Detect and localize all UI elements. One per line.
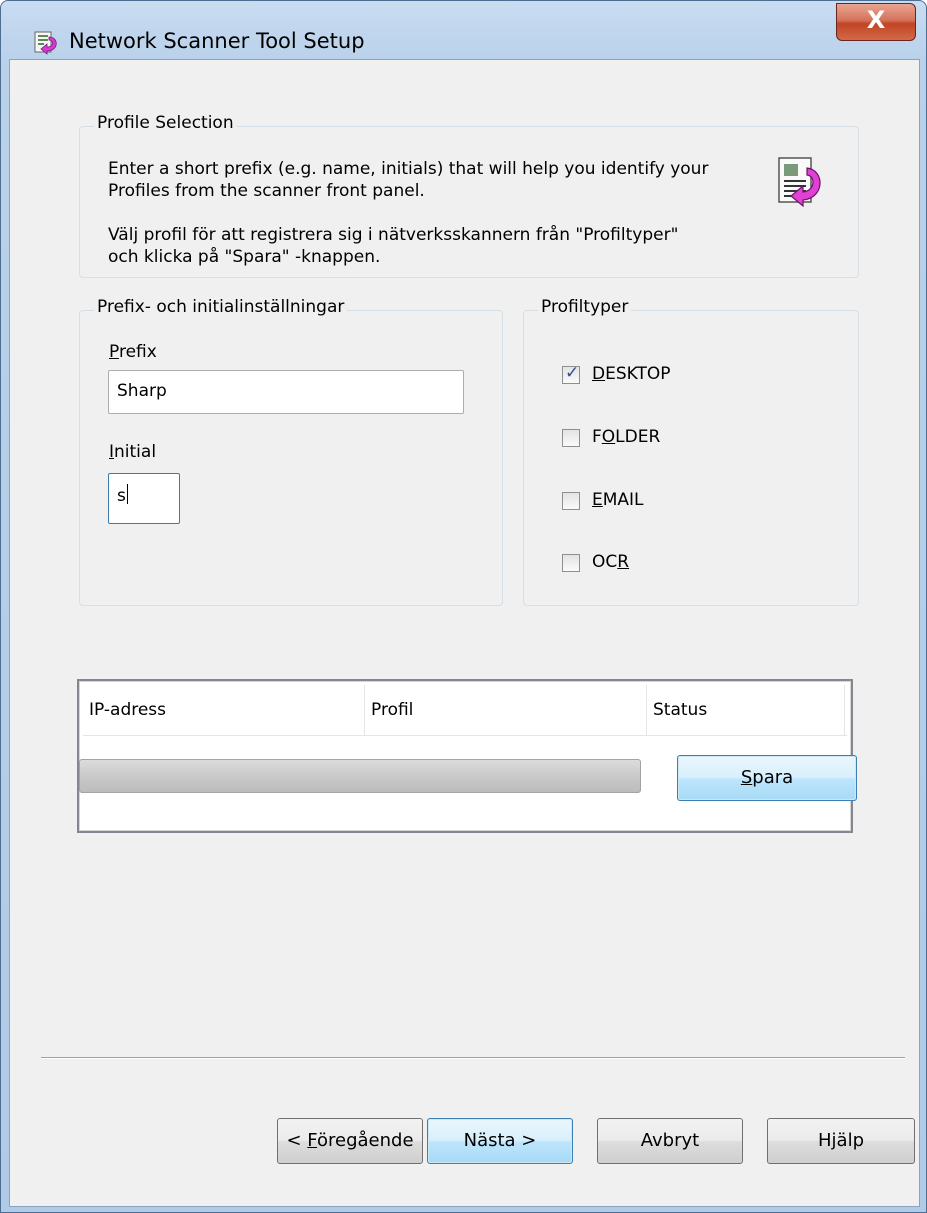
app-icon	[34, 31, 57, 55]
initial-label: Initial	[109, 442, 157, 462]
profile-selection-group: Profile Selection Enter a short prefix (…	[79, 113, 859, 278]
checkbox-box[interactable]: ✓	[562, 363, 580, 384]
profile-types-group: Profiltyper ✓ DESKTOP FOLDER EMAIL OCR	[523, 297, 859, 606]
cancel-button[interactable]: Avbryt	[597, 1118, 743, 1164]
checkbox-box[interactable]	[562, 492, 580, 510]
save-button[interactable]: Spara	[677, 755, 857, 801]
prefix-initial-group: Prefix- och initialinställningar Prefix …	[79, 297, 503, 606]
window-frame: Network Scanner Tool Setup X Profile Sel…	[0, 0, 927, 1213]
window-title: Network Scanner Tool Setup	[69, 29, 365, 53]
instruction-line-1: Enter a short prefix (e.g. name, initial…	[108, 159, 709, 179]
initial-input[interactable]: s	[108, 473, 180, 524]
profile-selection-legend: Profile Selection	[94, 113, 237, 133]
profile-document-icon	[778, 157, 821, 208]
column-header-ip[interactable]: IP-adress	[83, 685, 365, 735]
footer-separator	[41, 1057, 905, 1059]
instruction-line-2: Profiles from the scanner front panel.	[108, 181, 425, 201]
list-header: IP-adress Profil Status	[83, 685, 847, 736]
folder-label: FOLDER	[592, 427, 661, 447]
column-header-profile[interactable]: Profil	[365, 685, 647, 735]
checkbox-box[interactable]	[562, 429, 580, 447]
progress-bar	[79, 759, 641, 793]
instruction-line-3: Välj profil för att registrera sig i nät…	[108, 225, 679, 245]
prefix-label: Prefix	[109, 342, 157, 362]
column-header-status[interactable]: Status	[647, 685, 845, 735]
help-button[interactable]: Hjälp	[767, 1118, 915, 1164]
back-button[interactable]: < Föregående	[277, 1118, 423, 1164]
prefix-initial-legend: Prefix- och initialinställningar	[94, 297, 348, 317]
text-caret	[126, 484, 128, 504]
email-label: EMAIL	[592, 490, 644, 510]
checkbox-box[interactable]	[562, 554, 580, 572]
checkmark-icon: ✓	[565, 363, 580, 383]
next-button[interactable]: Nästa >	[427, 1118, 573, 1164]
close-icon: X	[866, 6, 886, 34]
close-button[interactable]: X	[836, 3, 916, 41]
instruction-line-4: och klicka på "Spara" -knappen.	[108, 247, 381, 267]
desktop-label: DESKTOP	[592, 364, 671, 384]
profile-types-legend: Profiltyper	[538, 297, 632, 317]
ocr-label: OCR	[592, 552, 630, 572]
prefix-input[interactable]: Sharp	[108, 370, 464, 414]
